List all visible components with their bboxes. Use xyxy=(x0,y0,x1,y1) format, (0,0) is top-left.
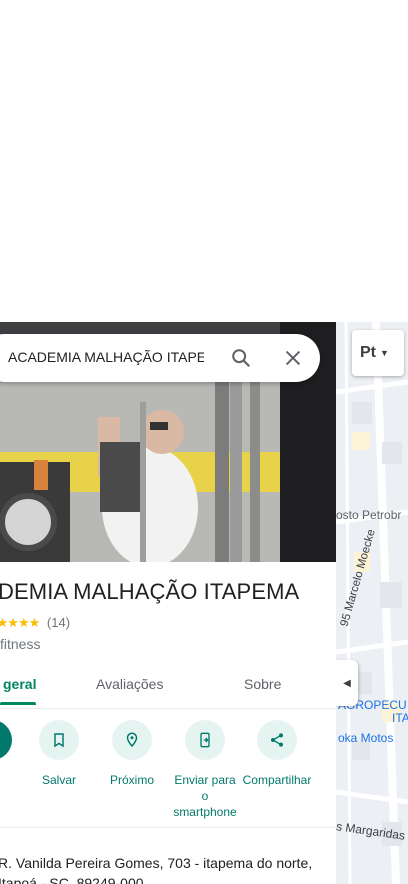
action-label: Compartilhar xyxy=(242,773,312,787)
layer-label: Pt xyxy=(360,344,376,361)
divider xyxy=(0,827,336,828)
chevron-down-icon: ▼ xyxy=(380,348,389,358)
map[interactable]: osto Petrobr 95 Marcelo Moecke AGROPECU … xyxy=(336,322,408,884)
map-label-motos: oka Motos xyxy=(338,731,394,745)
map-label-posto: osto Petrobr xyxy=(336,508,402,522)
collapse-panel-button[interactable]: ◀ xyxy=(336,660,358,706)
place-category[interactable]: fitness xyxy=(0,636,40,652)
action-label: Salvar xyxy=(41,773,76,787)
send-to-phone-button[interactable]: Enviar para o smartphone xyxy=(167,720,243,820)
tab-overview[interactable]: geral xyxy=(3,676,36,692)
tab-about[interactable]: Sobre xyxy=(244,676,281,692)
active-tab-indicator xyxy=(0,702,36,705)
search-input[interactable]: ACADEMIA MALHAÇÃO ITAPE xyxy=(8,349,204,365)
chevron-left-icon: ◀ xyxy=(343,677,351,689)
map-layer-button[interactable]: Pt ▼ xyxy=(352,330,404,376)
address-text[interactable]: R. Vanilda Pereira Gomes, 703 - itapema … xyxy=(0,853,328,884)
save-button[interactable]: Salvar xyxy=(21,720,97,788)
place-panel: DEMIA MALHAÇÃO ITAPEMA ★★★★★ (14) fitnes… xyxy=(0,562,336,884)
search-bar[interactable]: ACADEMIA MALHAÇÃO ITAPE xyxy=(0,334,320,382)
action-label: Próximo xyxy=(109,773,154,787)
place-title: DEMIA MALHAÇÃO ITAPEMA xyxy=(0,579,300,604)
bookmark-icon xyxy=(39,720,79,760)
nearby-button[interactable]: Próximo xyxy=(94,720,170,788)
directions-icon xyxy=(0,720,12,760)
close-icon[interactable] xyxy=(282,347,304,369)
map-label-ita: ITA xyxy=(392,711,408,725)
nearby-icon xyxy=(112,720,152,760)
tab-bar: geral Avaliações Sobre xyxy=(0,664,336,709)
rating-row[interactable]: ★★★★★ (14) xyxy=(0,615,70,631)
share-icon xyxy=(257,720,297,760)
blank-area xyxy=(0,0,408,322)
tab-reviews[interactable]: Avaliações xyxy=(96,676,163,692)
rating-stars: ★★★★★ xyxy=(0,615,40,630)
send-to-phone-icon xyxy=(185,720,225,760)
search-icon[interactable] xyxy=(230,347,252,369)
share-button[interactable]: Compartilhar xyxy=(239,720,315,788)
review-count[interactable]: (14) xyxy=(47,615,70,630)
action-label: Enviar para o smartphone xyxy=(173,773,237,819)
